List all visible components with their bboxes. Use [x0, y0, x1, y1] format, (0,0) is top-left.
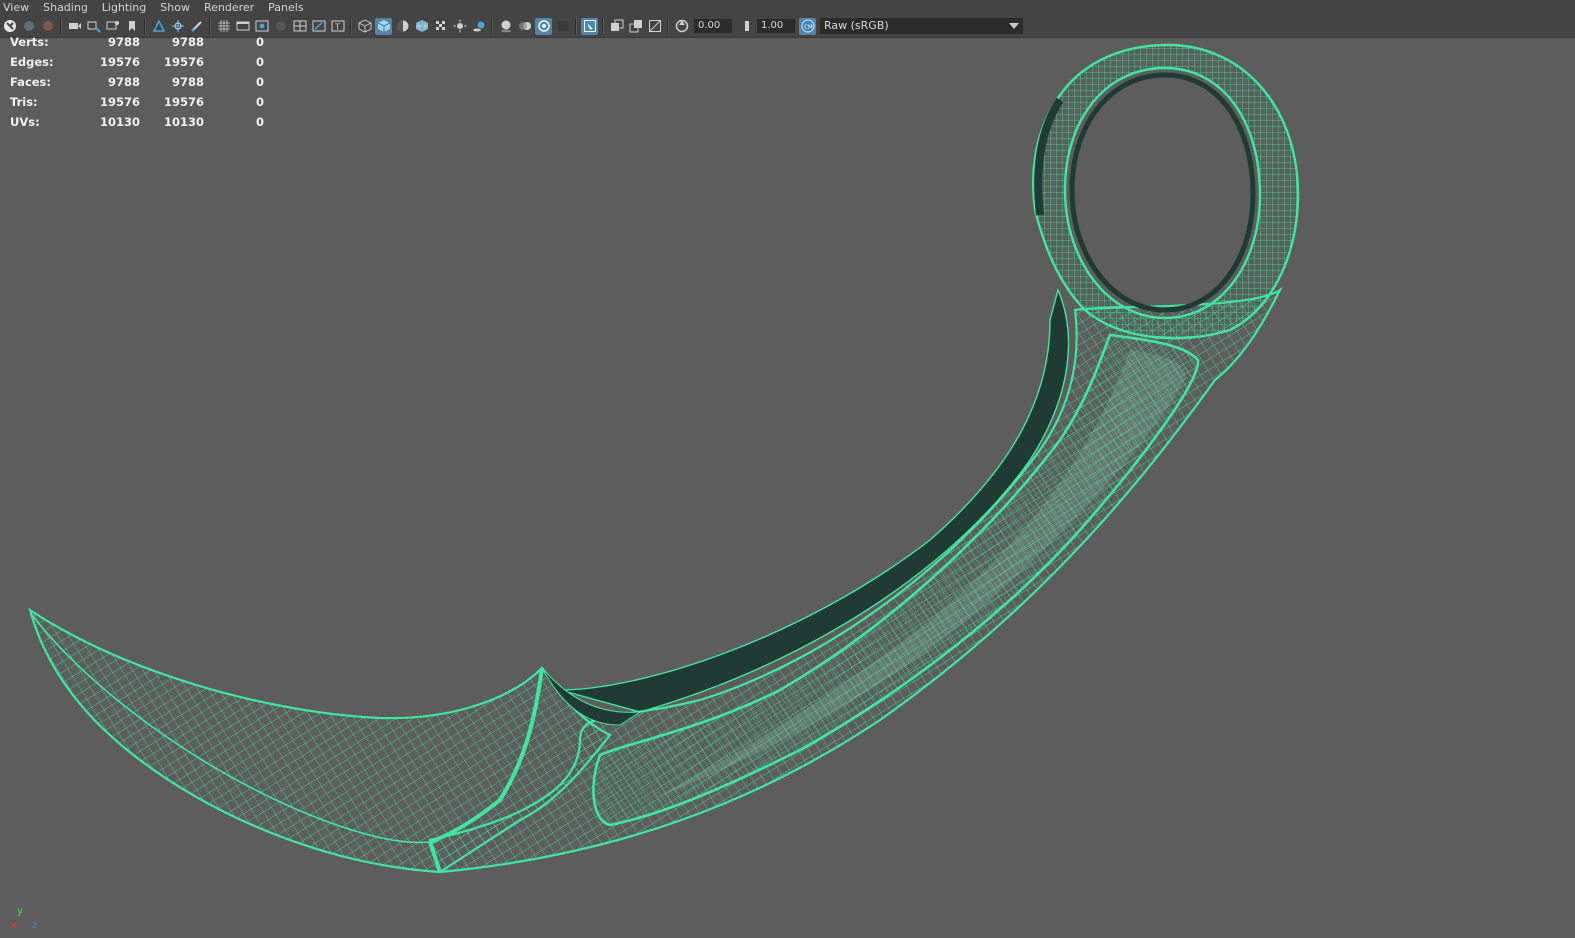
- toolbar-separator: [209, 18, 211, 34]
- field-chart-icon[interactable]: [291, 18, 308, 35]
- motion-blur-icon[interactable]: [516, 18, 533, 35]
- cm-glyph-icon: CM: [804, 24, 813, 30]
- view-axis-indicator: y x z: [10, 906, 50, 936]
- viewport-menu-bar: View Shading Lighting Show Renderer Pane…: [0, 0, 1575, 15]
- toolbar-separator: [350, 18, 352, 34]
- toolbar-separator: [667, 18, 669, 34]
- toolbar-separator: [575, 18, 577, 34]
- karambit-wireframe-mesh[interactable]: [28, 43, 1300, 874]
- bookmark-flag-icon[interactable]: [123, 18, 140, 35]
- camera-gate-icon[interactable]: [150, 18, 167, 35]
- handle-spine-edge: [559, 287, 1070, 713]
- toolbar-separator: [144, 18, 146, 34]
- grid-icon[interactable]: [215, 18, 232, 35]
- 3d-viewport[interactable]: [0, 38, 1575, 938]
- gamma-icon[interactable]: [736, 18, 753, 35]
- toolbar-separator: [491, 18, 493, 34]
- color-management-icon[interactable]: CM: [799, 17, 816, 35]
- exposure-field[interactable]: 0.00: [694, 19, 732, 33]
- svg-text:T: T: [334, 23, 340, 32]
- safe-title-icon[interactable]: T: [329, 18, 346, 35]
- select-camera-icon[interactable]: [1, 18, 18, 35]
- menu-shading[interactable]: Shading: [36, 0, 95, 15]
- toolbar-separator: [60, 18, 62, 34]
- safe-action-icon[interactable]: [310, 18, 327, 35]
- isolate-select-icon[interactable]: [581, 17, 598, 35]
- colorspace-label: Raw (sRGB): [824, 19, 889, 32]
- chevron-down-icon: [1009, 23, 1019, 29]
- bookmarks-icon[interactable]: [39, 18, 56, 35]
- gamma-field[interactable]: 1.00: [757, 19, 795, 33]
- axis-y-label: y: [17, 906, 23, 917]
- shadows-icon[interactable]: [470, 18, 487, 35]
- ambient-occlusion-icon[interactable]: [497, 18, 514, 35]
- all-lights-icon[interactable]: [451, 18, 468, 35]
- default-lighting-icon[interactable]: [394, 18, 411, 35]
- film-gate-icon[interactable]: [234, 18, 251, 35]
- colorspace-dropdown[interactable]: Raw (sRGB): [820, 18, 1023, 34]
- finger-ring-inner-edge: [1069, 72, 1256, 313]
- toolbar-separator: [602, 18, 604, 34]
- image-plane-icon[interactable]: [66, 18, 83, 35]
- exposure-icon[interactable]: [673, 18, 690, 35]
- smooth-shade-icon[interactable]: [375, 17, 392, 35]
- xray-components-icon[interactable]: [646, 18, 663, 35]
- axis-z-label: z: [32, 920, 38, 931]
- 2d-pan-zoom-icon[interactable]: [85, 18, 102, 35]
- pencil-icon[interactable]: [188, 18, 205, 35]
- grease-pencil-icon[interactable]: [104, 18, 121, 35]
- wireframe-icon[interactable]: [356, 18, 373, 35]
- resolution-gate-icon[interactable]: [253, 18, 270, 35]
- xray-joints-icon[interactable]: [627, 18, 644, 35]
- camera-attributes-icon[interactable]: [20, 18, 37, 35]
- axis-x-label: x: [11, 920, 17, 931]
- multisample-aa-icon[interactable]: [535, 17, 552, 35]
- gate-mask-icon[interactable]: [272, 18, 289, 35]
- pan-tool-icon[interactable]: [169, 18, 186, 35]
- checker-icon[interactable]: [432, 18, 449, 35]
- menu-panels[interactable]: Panels: [261, 0, 310, 15]
- menu-view[interactable]: View: [0, 0, 36, 15]
- textured-icon[interactable]: [413, 18, 430, 35]
- depth-of-field-icon[interactable]: [554, 18, 571, 35]
- menu-show[interactable]: Show: [153, 0, 197, 15]
- xray-icon[interactable]: [608, 18, 625, 35]
- menu-lighting[interactable]: Lighting: [95, 0, 153, 15]
- menu-renderer[interactable]: Renderer: [197, 0, 261, 15]
